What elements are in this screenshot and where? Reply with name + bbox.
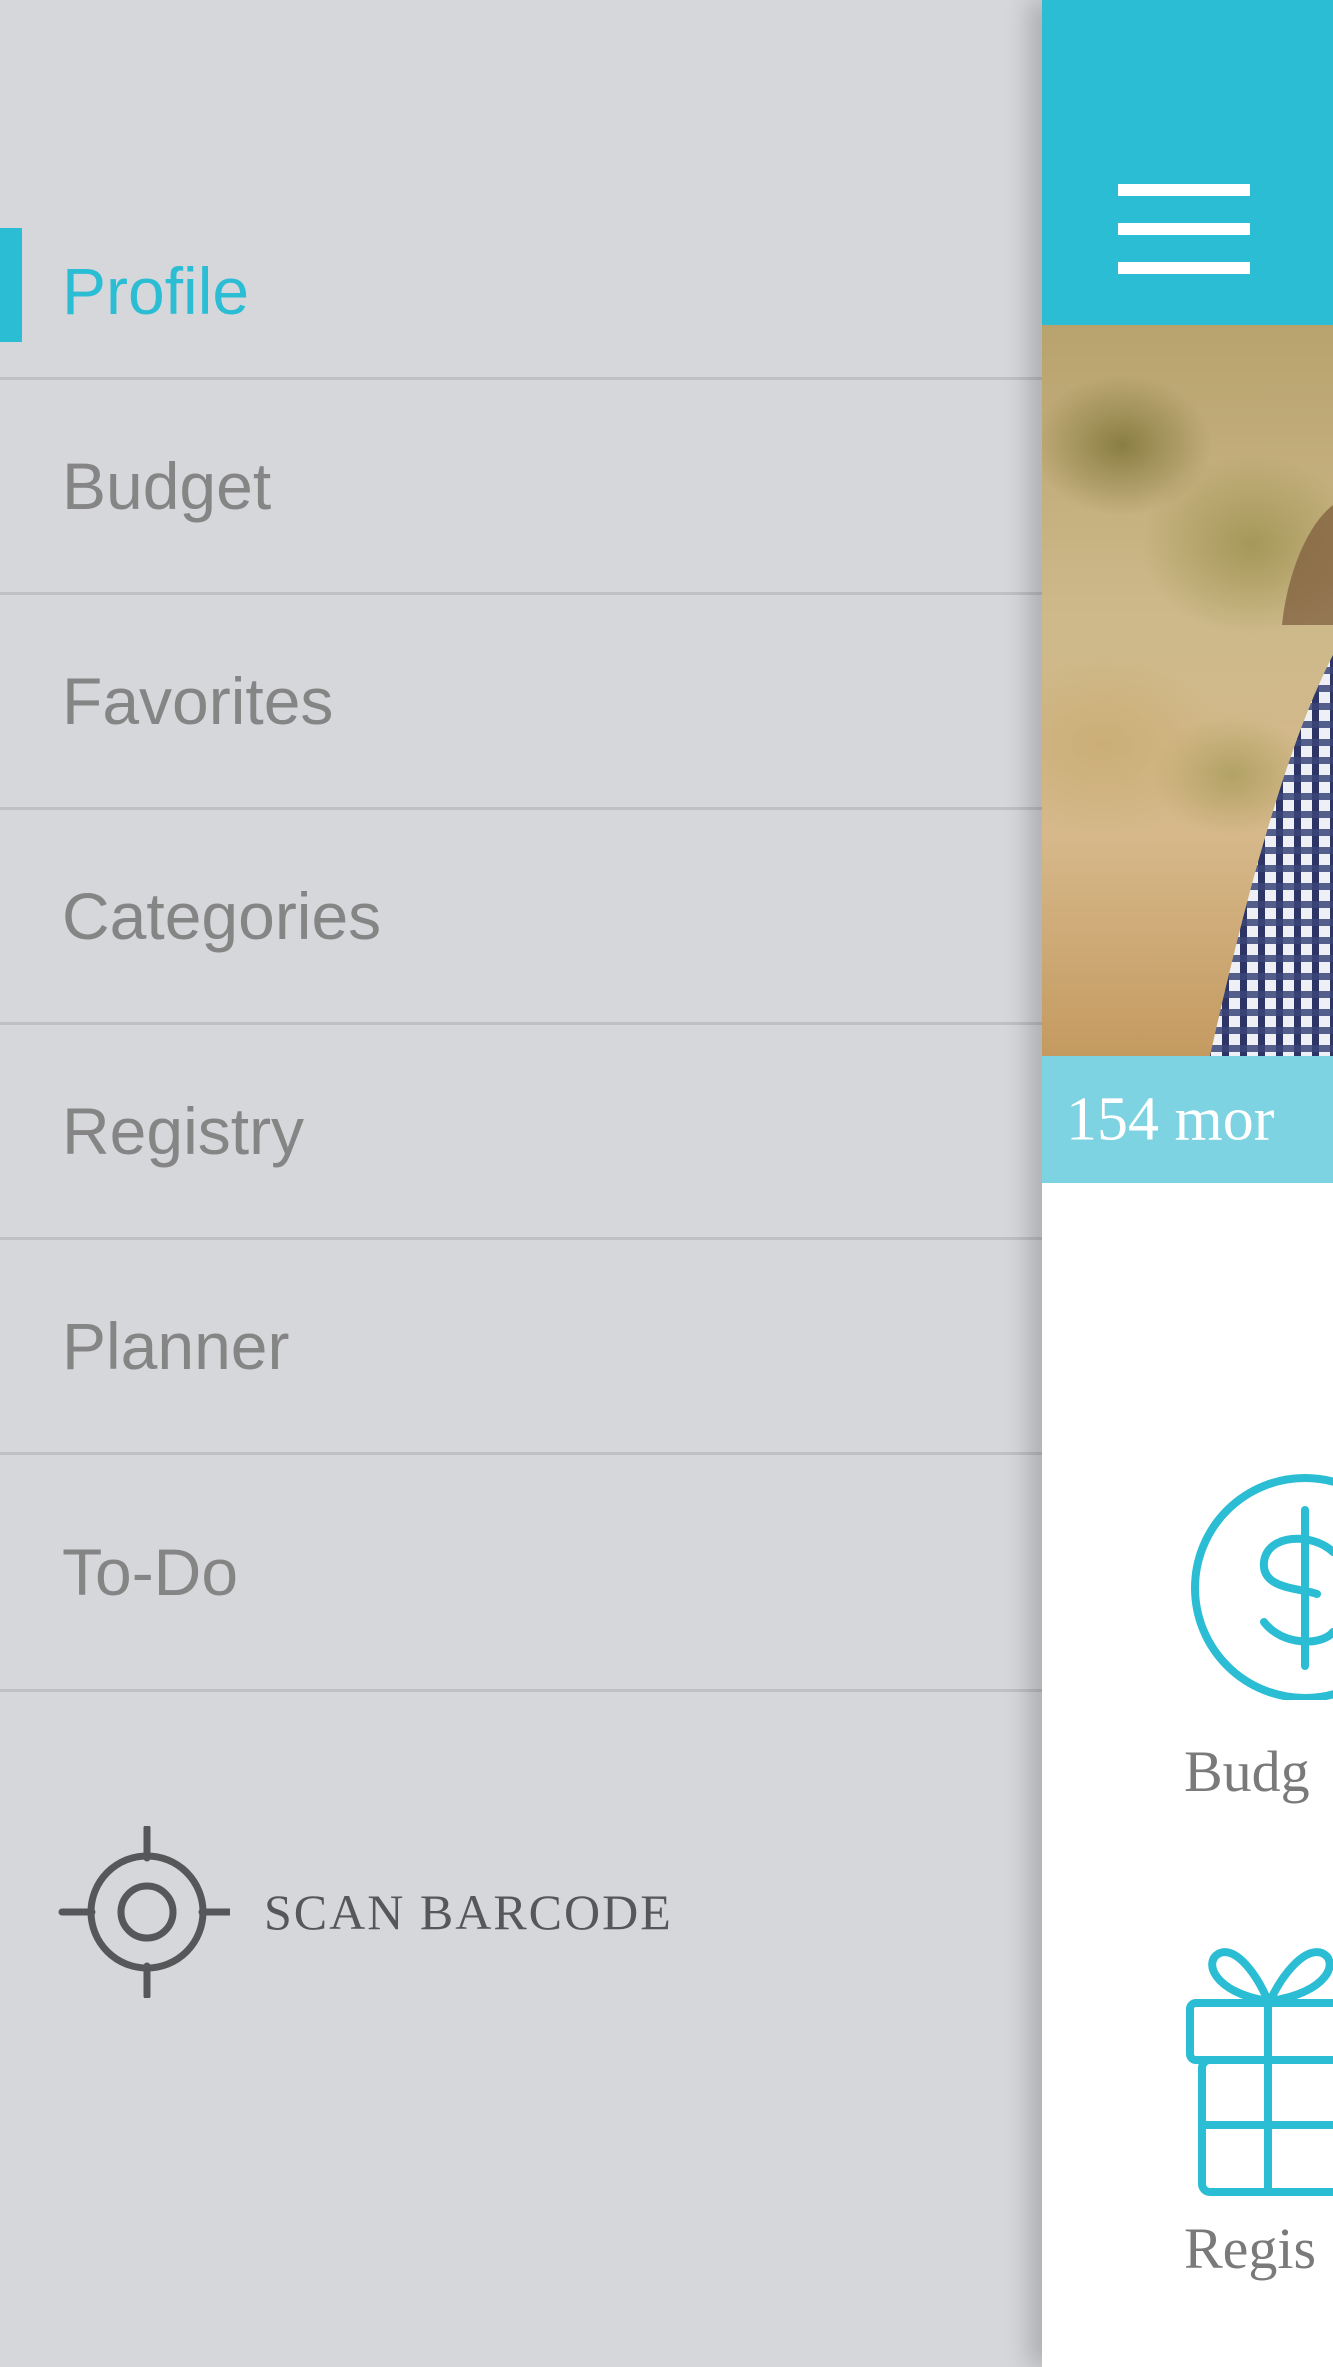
menu-item-label: Favorites: [62, 664, 334, 738]
scan-barcode-label: SCAN BARCODE: [264, 1884, 673, 1940]
menu-item-budget[interactable]: Budget: [0, 380, 1042, 595]
registry-tile-label: Regis: [1184, 2216, 1317, 2281]
menu-item-planner[interactable]: Planner: [0, 1240, 1042, 1455]
navigation-drawer: Profile Budget Favorites Categories Regi…: [0, 0, 1042, 2367]
photo-caption-bar: 154 mor: [1042, 1056, 1333, 1183]
active-indicator: [0, 228, 22, 342]
registry-tile[interactable]: Regis: [1042, 1935, 1333, 2355]
hamburger-icon[interactable]: [1118, 184, 1250, 274]
menu-item-label: Planner: [62, 1309, 290, 1383]
profile-photo: [1042, 325, 1333, 1056]
menu-item-profile[interactable]: Profile: [0, 162, 1042, 380]
menu-item-categories[interactable]: Categories: [0, 810, 1042, 1025]
menu-item-favorites[interactable]: Favorites: [0, 595, 1042, 810]
menu-item-label: Registry: [62, 1094, 305, 1168]
menu-item-registry[interactable]: Registry: [0, 1025, 1042, 1240]
photo-subject: [1210, 505, 1333, 1056]
gift-icon: [1186, 1948, 1333, 2196]
photo-caption-text: 154 mor: [1066, 1085, 1275, 1153]
menu-item-to-do[interactable]: To-Do: [0, 1455, 1042, 1692]
scan-barcode-button[interactable]: SCAN BARCODE: [58, 1826, 758, 1998]
menu-item-label: Profile: [62, 254, 250, 328]
menu-item-label: Budget: [62, 449, 272, 523]
menu-item-label: To-Do: [62, 1535, 239, 1609]
main-content-panel[interactable]: 154 mor Budg Regis: [1042, 0, 1333, 2367]
menu-item-label: Categories: [62, 879, 382, 953]
dollar-icon: [1191, 1474, 1333, 1700]
top-app-bar: [1042, 0, 1333, 325]
budget-tile[interactable]: Budg: [1042, 1470, 1333, 1810]
crosshair-icon: [58, 1826, 230, 1998]
budget-tile-label: Budg: [1184, 1739, 1310, 1804]
